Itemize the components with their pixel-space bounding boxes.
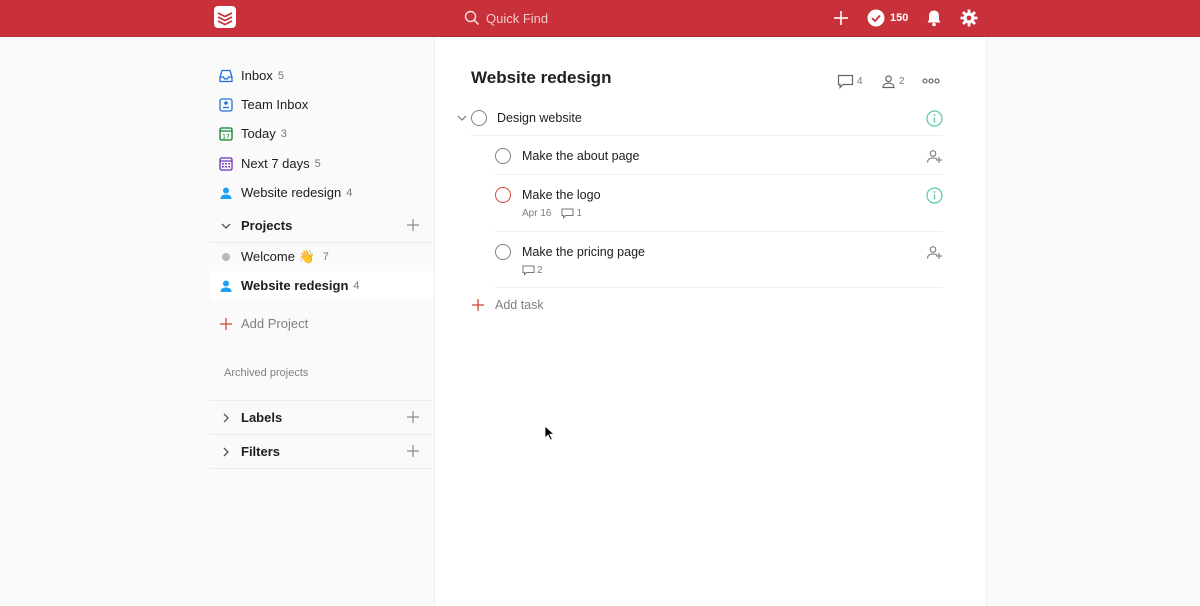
more-horizontal-icon [922,78,940,84]
project-dot-icon [218,249,234,265]
assign-person-icon[interactable] [926,244,943,261]
task-checkbox[interactable] [495,148,511,164]
info-icon[interactable] [926,187,943,204]
task-content[interactable]: Make the logo [522,187,601,203]
add-task-label: Add task [495,298,544,312]
search-icon [464,10,480,26]
task-meta: 2 [522,265,543,276]
chevron-right-icon[interactable] [218,410,234,426]
add-project-label: Add Project [241,316,309,331]
sidebar-item-inbox[interactable]: Inbox 5 [210,61,434,90]
svg-text:17: 17 [222,133,230,140]
check-circle-icon [867,9,885,27]
plus-icon [472,299,484,311]
calendar-today-icon: 17 [218,126,234,142]
comment-icon [561,208,574,219]
chevron-right-icon[interactable] [218,444,234,460]
add-project-button[interactable]: Add Project [210,309,434,338]
comments-count: 4 [857,75,863,87]
chevron-down-icon[interactable] [456,112,468,124]
divider [210,468,434,469]
quick-find-input[interactable] [486,10,746,26]
sidebar-item-today[interactable]: 17 Today 3 [210,119,434,148]
chevron-down-icon[interactable] [218,218,234,234]
assign-person-icon[interactable] [926,148,943,165]
filters-section-header[interactable]: Filters [210,435,434,468]
page-title: Website redesign [471,68,612,87]
todoist-logo-icon[interactable] [214,6,236,28]
sidebar-project-website-redesign[interactable]: Website redesign 4 [210,271,434,300]
members-button[interactable]: 2 [881,73,905,89]
add-filter-plus-icon[interactable] [406,444,420,458]
labels-section-header[interactable]: Labels [210,401,434,434]
task-content[interactable]: Design website [497,110,582,126]
sidebar-item-label: Team Inbox [241,97,309,112]
task-content[interactable]: Make the pricing page [522,244,645,260]
members-count: 2 [899,75,905,87]
person-icon [218,185,234,201]
item-count: 3 [280,127,287,140]
comment-icon [522,265,535,276]
sidebar-item-team-inbox[interactable]: Team Inbox [210,90,434,119]
sidebar-item-label: Next 7 days [241,156,310,171]
comments-button[interactable]: 4 [837,73,863,89]
filters-heading: Filters [241,444,281,459]
task-comments[interactable]: 1 [561,208,582,219]
main-content: Website redesign 4 2 Design website Make… [434,37,987,606]
comment-icon [837,74,854,89]
item-count: 4 [353,279,360,292]
add-task-plus-icon[interactable] [831,8,851,28]
projects-heading: Projects [241,218,293,233]
inbox-icon [218,68,234,84]
task-checkbox[interactable] [471,110,487,126]
quick-find[interactable] [464,8,764,28]
item-count: 5 [277,69,284,82]
sidebar-item-label: Inbox [241,68,273,83]
add-label-plus-icon[interactable] [406,410,420,424]
mouse-cursor-icon [544,425,556,441]
bell-icon[interactable] [924,8,944,28]
item-count: 4 [346,186,353,199]
due-date[interactable]: Apr 16 [522,208,551,219]
sidebar-item-next-7-days[interactable]: Next 7 days 5 [210,149,434,178]
task-comments[interactable]: 2 [522,265,543,276]
task-checkbox[interactable] [495,244,511,260]
karma-count: 150 [890,12,909,24]
calendar-week-icon [218,156,234,172]
gear-icon[interactable] [959,8,979,28]
sidebar-item-label: Website redesign [241,185,342,200]
task-checkbox-priority-1[interactable] [495,187,511,203]
task-meta: Apr 16 1 [522,208,582,219]
task-row[interactable]: Design website [457,99,943,136]
person-outline-icon [882,74,895,88]
sidebar-item-label: Today [241,126,276,141]
archived-projects-link[interactable]: Archived projects [224,367,308,379]
task-row[interactable]: Make the about page [495,137,943,175]
labels-heading: Labels [241,410,283,425]
person-icon [218,278,234,294]
plus-icon [218,316,234,332]
item-count: 7 [322,250,329,263]
task-comments-count: 1 [576,208,583,219]
team-inbox-icon [218,97,234,113]
sidebar-item-website-redesign[interactable]: Website redesign 4 [210,178,434,207]
item-count: 5 [314,157,321,170]
task-row[interactable]: Make the pricing page 2 [495,233,943,288]
info-icon[interactable] [926,110,943,127]
karma-button[interactable]: 150 [867,8,908,28]
task-row[interactable]: Make the logo Apr 16 1 [495,176,943,232]
projects-section-header[interactable]: Projects [210,209,434,242]
sidebar-item-label: Welcome 👋 [241,248,315,264]
add-task-button[interactable]: Add task [471,295,544,315]
add-project-plus-icon[interactable] [406,218,420,232]
more-actions-button[interactable] [922,73,940,89]
task-comments-count: 2 [537,265,543,276]
task-content[interactable]: Make the about page [522,148,639,164]
sidebar-project-welcome[interactable]: Welcome 👋 7 [210,242,434,271]
sidebar: Inbox 5 Team Inbox 17 Today 3 Next 7 day… [210,37,434,606]
sidebar-item-label: Website redesign [241,278,349,293]
top-bar: 150 [0,0,1200,37]
